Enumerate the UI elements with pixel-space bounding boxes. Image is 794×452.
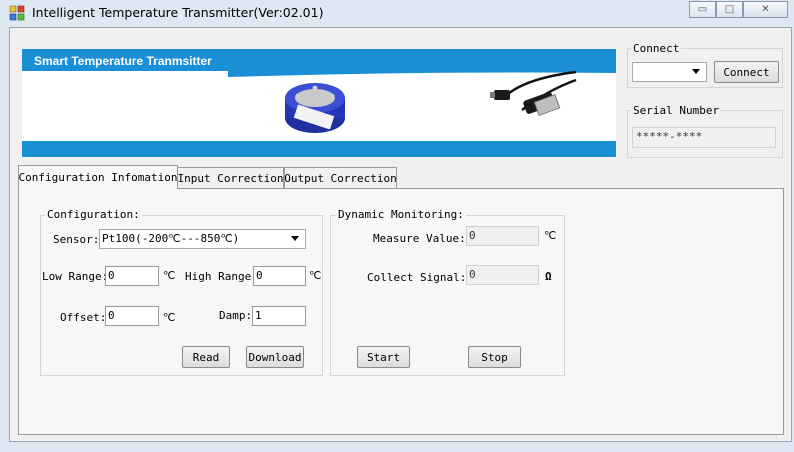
chevron-down-icon: [291, 236, 299, 241]
minimize-button[interactable]: ▭: [689, 1, 716, 18]
chevron-down-icon: [692, 69, 700, 74]
measure-value-label: Measure Value:: [373, 232, 466, 245]
start-button[interactable]: Start: [357, 346, 410, 368]
maximize-button[interactable]: □: [716, 1, 743, 18]
app-icon: [9, 5, 25, 21]
high-range-label: High Range:: [185, 270, 258, 283]
high-range-input[interactable]: 0: [253, 266, 306, 286]
offset-unit: ℃: [163, 311, 176, 324]
high-range-unit: ℃: [309, 269, 322, 282]
dynamic-monitoring-label: Dynamic Monitoring:: [336, 208, 466, 221]
measure-value-unit: ℃: [544, 229, 557, 242]
connect-group-label: Connect: [631, 42, 682, 55]
window-title: Intelligent Temperature Transmitter(Ver:…: [32, 5, 324, 20]
serial-number-field: *****-****: [632, 127, 776, 148]
low-range-input[interactable]: 0: [105, 266, 159, 286]
banner-title: Smart Temperature Tranmsitter: [34, 54, 212, 68]
sensor-select[interactable]: Pt100(-200℃---850℃): [99, 229, 306, 249]
offset-input[interactable]: 0: [105, 306, 159, 326]
collect-signal-unit: Ω: [545, 270, 552, 283]
serial-number-label: Serial Number: [631, 104, 722, 117]
collect-signal-field: 0: [466, 265, 539, 285]
low-range-unit: ℃: [163, 269, 176, 282]
damp-input[interactable]: 1: [252, 306, 306, 326]
download-button[interactable]: Download: [246, 346, 304, 368]
stop-button[interactable]: Stop: [468, 346, 521, 368]
tab-output-correction[interactable]: Output Correction: [284, 167, 397, 188]
low-range-label: Low Range:: [42, 270, 109, 283]
sensor-label: Sensor:: [53, 233, 100, 246]
configuration-group-label: Configuration:: [45, 208, 142, 221]
collect-signal-label: Collect Signal:: [367, 271, 467, 284]
close-button[interactable]: ✕: [743, 1, 788, 18]
maximize-icon: □: [724, 4, 735, 15]
transmitter-image: [285, 83, 345, 133]
port-select[interactable]: [632, 62, 707, 82]
tab-configuration-information[interactable]: Configuration Infomation: [18, 165, 178, 189]
usb-cable-image: [490, 70, 577, 116]
damp-label: Damp:: [219, 309, 253, 322]
tab-input-correction[interactable]: Input Correction: [177, 167, 284, 188]
banner-bottom-stripe: [22, 141, 616, 157]
offset-label: Offset:: [60, 311, 107, 324]
connect-button[interactable]: Connect: [714, 61, 779, 83]
minimize-icon: ▭: [697, 4, 708, 15]
sensor-select-value: Pt100(-200℃---850℃): [102, 232, 240, 245]
close-icon: ✕: [761, 4, 770, 15]
read-button[interactable]: Read: [182, 346, 230, 368]
measure-value-field: 0: [466, 226, 539, 246]
